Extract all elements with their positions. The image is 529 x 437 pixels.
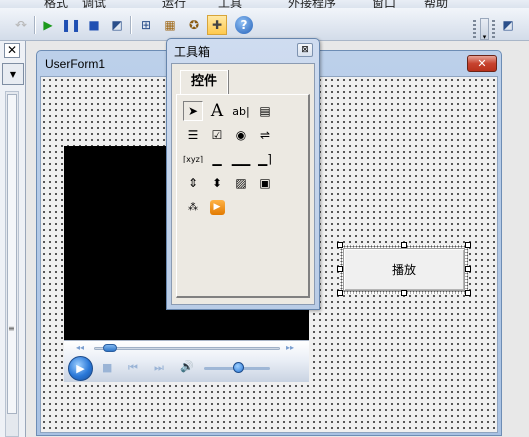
resize-handle[interactable] (465, 266, 471, 272)
resize-handle[interactable] (337, 266, 343, 272)
resize-handle[interactable] (337, 242, 343, 248)
textbox-icon[interactable]: ab| (231, 101, 251, 121)
help-icon[interactable]: ? (234, 15, 254, 35)
chevron-down-icon[interactable]: ▼ (2, 63, 24, 85)
scrollbar-thumb[interactable] (7, 94, 17, 414)
close-icon[interactable]: ⊠ (297, 43, 313, 57)
fast-forward-icon[interactable]: ▸▸ (286, 343, 294, 352)
resize-handle[interactable] (337, 290, 343, 296)
windows-media-player-icon[interactable]: ▶ (207, 197, 227, 217)
scrollbar-grip-icon: ≡ (8, 324, 15, 333)
object-browser-icon[interactable]: ✪ (184, 15, 204, 35)
volume-thumb[interactable] (233, 362, 244, 373)
menu-item-addins[interactable]: 外接程序 (288, 0, 336, 8)
toolbar-grip[interactable] (492, 20, 495, 38)
toolbox-window[interactable]: 工具箱 ⊠ 控件 ➤ A ab| ▤ ☰ ☑ ◉ ⇌ ⌈xyz⌉ ▁ ▁▁ ▁⌉… (166, 38, 320, 310)
vertical-scrollbar[interactable]: ≡ (5, 91, 19, 437)
properties-window-icon[interactable]: ▦ (160, 15, 180, 35)
rewind-icon[interactable]: ◂◂ (76, 343, 84, 352)
menu-bar: 格式 调试 运行 工具 外接程序 窗口 帮助 (0, 0, 529, 8)
scrollbar-icon[interactable]: ⇕ (183, 173, 203, 193)
volume-icon[interactable]: 🔊 (180, 360, 194, 373)
project-explorer-pane: ✕ ▼ ≡ (0, 41, 26, 437)
userform-title: UserForm1 (45, 57, 106, 71)
label-icon[interactable]: A (207, 101, 227, 121)
redo-icon[interactable]: ↷ (12, 15, 32, 35)
design-mode-icon[interactable]: ◩ (498, 15, 518, 35)
toolbar-separator (34, 16, 36, 34)
combobox-icon[interactable]: ▤ (255, 101, 275, 121)
stop-icon[interactable]: ■ (84, 15, 104, 35)
select-objects-icon[interactable]: ➤ (183, 101, 203, 121)
toolbox-body: 控件 ➤ A ab| ▤ ☰ ☑ ◉ ⇌ ⌈xyz⌉ ▁ ▁▁ ▁⌉ ⇕ ⬍ ▨… (171, 63, 315, 305)
previous-icon[interactable]: ⏮ (128, 361, 138, 375)
commandbutton-icon[interactable]: ▁ (207, 149, 227, 169)
seek-thumb[interactable] (102, 344, 117, 352)
play-icon[interactable]: ▶ (68, 356, 93, 381)
multipage-icon[interactable]: ▁⌉ (255, 149, 275, 169)
seek-bar[interactable] (94, 347, 280, 350)
toolbar-separator (130, 16, 132, 34)
menu-item-debug[interactable]: 调试 (82, 0, 106, 8)
standard-toolbar: ↶ ↷ ▶ ❚❚ ■ ◩ ⊞ ▦ ✪ ✚ ? ▾ ◩ (0, 8, 529, 41)
next-icon[interactable]: ⏭ (154, 361, 164, 375)
toolbox-title: 工具箱 (174, 45, 211, 59)
design-mode-icon[interactable]: ◩ (107, 15, 127, 35)
toolbox-icon[interactable]: ✚ (207, 15, 227, 35)
menu-item-window[interactable]: 窗口 (372, 0, 396, 8)
menu-item-help[interactable]: 帮助 (424, 0, 448, 8)
resize-handle[interactable] (401, 290, 407, 296)
toolbar-options-chevron-icon[interactable]: ▾ (480, 18, 489, 41)
tab-controls[interactable]: 控件 (180, 70, 228, 94)
toolbar-grip[interactable] (473, 20, 476, 38)
run-icon[interactable]: ▶ (38, 15, 58, 35)
spinbutton-icon[interactable]: ⬍ (207, 173, 227, 193)
close-icon[interactable]: ✕ (4, 43, 20, 58)
pause-icon[interactable]: ❚❚ (61, 15, 81, 35)
toolbox-controls-panel: ➤ A ab| ▤ ☰ ☑ ◉ ⇌ ⌈xyz⌉ ▁ ▁▁ ▁⌉ ⇕ ⬍ ▨ ▣ … (176, 94, 310, 298)
checkbox-icon[interactable]: ☑ (207, 125, 227, 145)
menu-item-tools[interactable]: 工具 (218, 0, 242, 8)
listbox-icon[interactable]: ☰ (183, 125, 203, 145)
stop-icon[interactable]: ■ (102, 361, 112, 374)
menu-item-run[interactable]: 运行 (162, 0, 186, 8)
image-icon[interactable]: ▨ (231, 173, 251, 193)
togglebutton-icon[interactable]: ⇌ (255, 125, 275, 145)
menu-item-format[interactable]: 格式 (44, 0, 68, 8)
play-command-button[interactable]: 播放 (343, 248, 465, 291)
media-player-controls: ◂◂ ▸▸ ▶ ■ ⏮ ⏭ 🔊 (64, 340, 309, 382)
close-icon[interactable]: ✕ (467, 55, 497, 72)
resize-handle[interactable] (465, 290, 471, 296)
refedit-icon[interactable]: ▣ (255, 173, 275, 193)
resize-handle[interactable] (465, 242, 471, 248)
tabstrip-icon[interactable]: ▁▁ (231, 149, 251, 169)
project-explorer-icon[interactable]: ⊞ (136, 15, 156, 35)
resize-handle[interactable] (401, 242, 407, 248)
frame-icon[interactable]: ⌈xyz⌉ (183, 149, 203, 169)
treeview-icon[interactable]: ⁂ (183, 197, 203, 217)
optionbutton-icon[interactable]: ◉ (231, 125, 251, 145)
